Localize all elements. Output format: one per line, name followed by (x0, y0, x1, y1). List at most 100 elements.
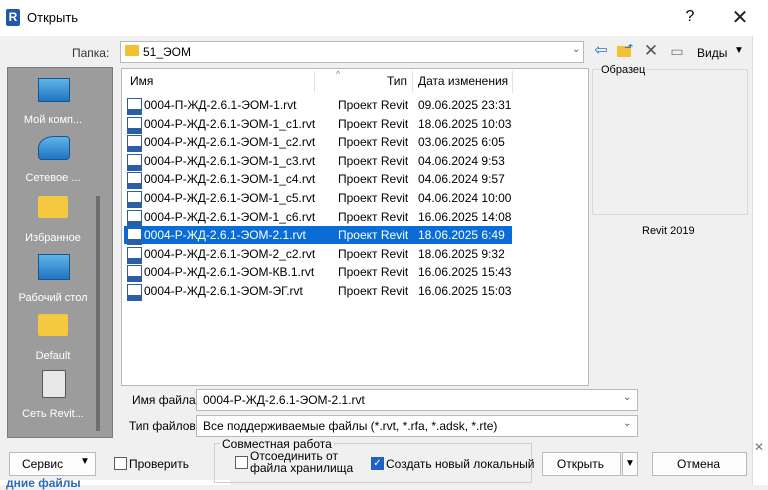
rvt-file-icon (127, 228, 142, 246)
file-row[interactable]: 0004-Р-ЖД-2.6.1-ЭОМ-1_с6.rvt Проект Revit… (124, 208, 512, 227)
place-label: Мой комп... (23, 114, 83, 126)
open-dropdown-icon[interactable]: ▼ (622, 452, 638, 476)
file-name: 0004-Р-ЖД-2.6.1-ЭОМ-1_с4.rvt (144, 172, 316, 187)
file-type: Проект Revit (338, 246, 409, 261)
rvt-file-icon (127, 209, 142, 227)
chevron-down-icon[interactable]: ⌄ (623, 392, 631, 403)
file-list: Имя ^ Тип Дата изменения 0004-П-ЖД-2.6.1… (121, 68, 589, 386)
filename-label: Имя файла: (132, 393, 199, 407)
file-date: 18.06.2025 6:49 (418, 228, 505, 243)
open-label[interactable]: Открыть (542, 457, 619, 471)
file-name: 0004-Р-ЖД-2.6.1-ЭОМ-2_с2.rvt (144, 246, 316, 261)
title-bar (0, 0, 768, 36)
folder-label: Папка: (72, 46, 110, 60)
create-local-checkbox[interactable]: ✓ (371, 457, 384, 470)
file-name: 0004-Р-ЖД-2.6.1-ЭОМ-КВ.1.rvt (144, 265, 315, 280)
close-button[interactable]: ✕ (720, 4, 760, 32)
file-type: Проект Revit (338, 98, 409, 112)
column-header-name[interactable]: Имя (130, 74, 153, 88)
file-name: 0004-Р-ЖД-2.6.1-ЭОМ-1_с3.rvt (144, 153, 316, 168)
file-type: Проект Revit (338, 172, 409, 187)
filetype-value[interactable]: Все поддерживаемые файлы (*.rvt, *.rfa, … (203, 419, 497, 433)
file-type: Проект Revit (338, 116, 409, 131)
background-close-icon: ✕ (754, 440, 765, 454)
network-icon (38, 136, 70, 160)
file-row[interactable]: 0004-Р-ЖД-2.6.1-ЭОМ-1_с3.rvt Проект Revit… (124, 152, 512, 171)
column-divider[interactable] (412, 71, 413, 93)
file-row[interactable]: 0004-Р-ЖД-2.6.1-ЭОМ-1_с5.rvt Проект Revit… (124, 189, 512, 208)
file-row[interactable]: 0004-Р-ЖД-2.6.1-ЭОМ-КВ.1.rvt Проект Revit… (124, 263, 512, 283)
verify-checkbox[interactable] (114, 457, 127, 470)
rvt-file-icon (127, 265, 142, 283)
revit-version: Revit 2019 (642, 225, 695, 237)
rvt-file-icon (127, 116, 142, 134)
file-row[interactable]: 0004-Р-ЖД-2.6.1-ЭОМ-1_с4.rvt Проект Revit… (124, 170, 512, 190)
file-row[interactable]: 0004-Р-ЖД-2.6.1-ЭОМ-ЭГ.rvt Проект Revit 16… (124, 282, 512, 301)
chevron-down-icon[interactable]: ⌄ (623, 418, 631, 429)
file-name: 0004-П-ЖД-2.6.1-ЭОМ-1.rvt (144, 98, 297, 112)
rvt-file-icon (127, 172, 142, 190)
file-date: 18.06.2025 9:32 (418, 246, 505, 261)
detach-label[interactable]: Отсоединить от файла хранилища (250, 450, 353, 474)
file-name: 0004-Р-ЖД-2.6.1-ЭОМ-1_с5.rvt (144, 191, 316, 205)
chevron-down-icon[interactable]: ⌄ (572, 44, 580, 55)
column-header-type[interactable]: Тип (387, 74, 407, 88)
place-label: Рабочий стол (18, 292, 88, 304)
file-row-selected[interactable]: 0004-Р-ЖД-2.6.1-ЭОМ-2.1.rvt Проект Revit 1… (124, 226, 512, 246)
file-type: Проект Revit (338, 265, 409, 280)
rvt-file-icon (127, 246, 142, 264)
detach-label-line2: файла хранилища (250, 461, 354, 475)
file-date: 04.06.2024 9:57 (418, 172, 505, 187)
rvt-file-icon (127, 135, 142, 153)
views-dropdown-icon[interactable]: ▼ (734, 45, 744, 56)
column-divider[interactable] (512, 71, 513, 93)
delete-icon[interactable]: ✕ (642, 42, 660, 59)
sort-caret-icon: ^ (336, 69, 341, 79)
column-divider[interactable] (314, 71, 315, 93)
file-name: 0004-Р-ЖД-2.6.1-ЭОМ-ЭГ.rvt (144, 284, 303, 298)
back-arrow-icon[interactable]: ⇦ (592, 43, 610, 59)
folder-value: 51_ЭОМ (143, 45, 191, 59)
rvt-file-icon (127, 284, 142, 301)
file-type: Проект Revit (338, 228, 409, 243)
service-label[interactable]: Сервис (22, 457, 63, 471)
filename-value[interactable]: 0004-Р-ЖД-2.6.1-ЭОМ-2.1.rvt (203, 393, 365, 407)
background-window-edge (752, 0, 768, 485)
file-type: Проект Revit (338, 209, 409, 224)
cancel-label[interactable]: Отмена (652, 457, 745, 471)
file-name: 0004-Р-ЖД-2.6.1-ЭОМ-2.1.rvt (144, 228, 306, 243)
up-folder-icon[interactable]: ⬏ (616, 42, 634, 59)
verify-label[interactable]: Проверить (129, 457, 189, 471)
place-label: Сетевое ... (25, 172, 81, 184)
preview-label: Образец (600, 64, 647, 76)
help-button[interactable]: ? (680, 6, 700, 28)
place-label: Default (35, 350, 71, 362)
service-dropdown-icon[interactable]: ▼ (80, 456, 90, 467)
places-scrollbar[interactable] (96, 196, 100, 431)
revit-logo-icon: R (6, 9, 20, 26)
place-label: Сеть Revit... (22, 408, 84, 420)
file-date: 04.06.2024 9:53 (418, 153, 505, 168)
file-row[interactable]: 0004-Р-ЖД-2.6.1-ЭОМ-1_с2.rvt Проект Revit… (124, 133, 512, 153)
file-date: 16.06.2025 15:43 (418, 265, 512, 280)
column-header-date[interactable]: Дата изменения (418, 74, 508, 88)
file-name: 0004-Р-ЖД-2.6.1-ЭОМ-1_с2.rvt (144, 135, 316, 150)
file-type: Проект Revit (338, 135, 409, 150)
file-name: 0004-Р-ЖД-2.6.1-ЭОМ-1_с6.rvt (144, 209, 316, 224)
file-type: Проект Revit (338, 153, 409, 168)
file-row[interactable]: 0004-П-ЖД-2.6.1-ЭОМ-1.rvt Проект Revit 09.… (124, 96, 512, 115)
file-date: 04.06.2024 10:00 (418, 191, 512, 205)
views-menu[interactable]: Виды (697, 46, 727, 60)
computer-icon (38, 78, 70, 102)
place-label: Избранное (25, 232, 81, 244)
views-icon[interactable]: ▭ (668, 43, 686, 59)
desktop-icon (38, 254, 70, 280)
file-date: 16.06.2025 14:08 (418, 209, 512, 224)
rvt-file-icon (127, 191, 142, 208)
file-row[interactable]: 0004-Р-ЖД-2.6.1-ЭОМ-1_с1.rvt Проект Revit… (124, 115, 512, 134)
detach-checkbox[interactable] (235, 456, 248, 469)
background-recent-files-text: дние файлы (6, 476, 81, 490)
create-local-label[interactable]: Создать новый локальный (386, 457, 534, 471)
file-row[interactable]: 0004-Р-ЖД-2.6.1-ЭОМ-2_с2.rvt Проект Revit… (124, 245, 512, 264)
filetype-label: Тип файлов: (129, 419, 200, 433)
